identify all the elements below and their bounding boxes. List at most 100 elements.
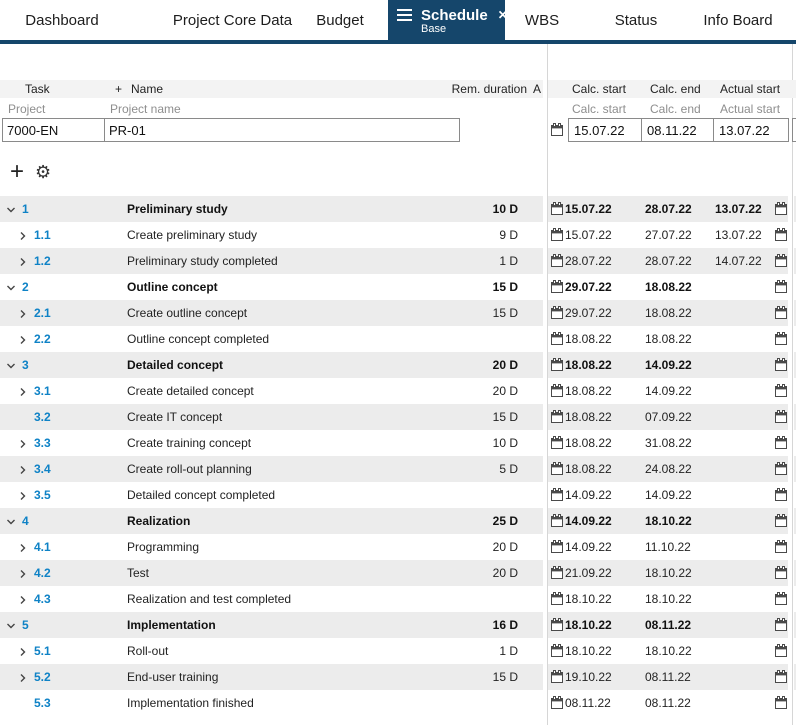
tab-wbs[interactable]: WBS bbox=[516, 0, 568, 40]
calendar-icon[interactable] bbox=[551, 358, 563, 374]
menu-icon[interactable] bbox=[397, 6, 412, 24]
task-row[interactable]: 1 Preliminary study 10 D 15.07.22 28.07.22 13… bbox=[0, 196, 796, 222]
tab-schedule-active[interactable]: Schedule ✕ Base bbox=[388, 0, 508, 44]
col-task-header[interactable]: Task bbox=[25, 82, 50, 96]
expand-chevron-icon[interactable] bbox=[18, 672, 28, 686]
expand-chevron-icon[interactable] bbox=[18, 542, 28, 556]
calendar-icon[interactable] bbox=[551, 644, 563, 660]
expand-chevron-icon[interactable] bbox=[18, 308, 28, 322]
collapse-chevron-icon[interactable] bbox=[6, 282, 16, 296]
tab-info-board[interactable]: Info Board bbox=[696, 0, 780, 40]
expand-chevron-icon[interactable] bbox=[18, 334, 28, 348]
calendar-icon[interactable] bbox=[775, 436, 787, 452]
task-row[interactable]: 3.2 Create IT concept 15 D 18.08.22 07.09.22 bbox=[0, 404, 796, 430]
task-number[interactable]: 4 bbox=[22, 514, 29, 528]
task-name[interactable]: Detailed concept completed bbox=[127, 488, 275, 502]
task-number[interactable]: 3.5 bbox=[34, 488, 51, 502]
project-actual-start-input[interactable] bbox=[713, 119, 788, 141]
expand-chevron-icon[interactable] bbox=[18, 568, 28, 582]
tab-budget[interactable]: Budget bbox=[308, 0, 372, 40]
calendar-icon[interactable] bbox=[551, 228, 563, 244]
calendar-icon[interactable] bbox=[551, 488, 563, 504]
task-row[interactable]: 2.2 Outline concept completed 18.08.22 18.0… bbox=[0, 326, 796, 352]
task-name[interactable]: Create training concept bbox=[127, 436, 251, 450]
expand-chevron-icon[interactable] bbox=[18, 386, 28, 400]
collapse-chevron-icon[interactable] bbox=[6, 516, 16, 530]
gear-icon[interactable]: ⚙ bbox=[35, 161, 51, 183]
task-number[interactable]: 4.2 bbox=[34, 566, 51, 580]
col-calc-end-header[interactable]: Calc. end bbox=[650, 82, 701, 96]
task-row[interactable]: 3.5 Detailed concept completed 14.09.22 14.… bbox=[0, 482, 796, 508]
calendar-icon[interactable] bbox=[775, 332, 787, 348]
task-name[interactable]: Preliminary study completed bbox=[127, 254, 278, 268]
calendar-icon[interactable] bbox=[775, 514, 787, 530]
calendar-icon[interactable] bbox=[775, 696, 787, 712]
task-name[interactable]: Programming bbox=[127, 540, 199, 554]
task-name[interactable]: Test bbox=[127, 566, 149, 580]
task-name[interactable]: Preliminary study bbox=[127, 202, 228, 216]
col-name-header[interactable]: Name bbox=[131, 82, 163, 96]
task-name[interactable]: Create roll-out planning bbox=[127, 462, 252, 476]
task-row[interactable]: 4.3 Realization and test completed 18.10.2… bbox=[0, 586, 796, 612]
task-row[interactable]: 4.2 Test 20 D 21.09.22 18.10.22 bbox=[0, 560, 796, 586]
task-number[interactable]: 5 bbox=[22, 618, 29, 632]
task-name[interactable]: Create outline concept bbox=[127, 306, 247, 320]
task-row[interactable]: 3.4 Create roll-out planning 5 D 18.08.22 24… bbox=[0, 456, 796, 482]
calendar-icon[interactable] bbox=[775, 228, 787, 244]
calendar-icon[interactable] bbox=[551, 566, 563, 582]
calendar-icon[interactable] bbox=[775, 358, 787, 374]
calendar-icon[interactable] bbox=[551, 384, 563, 400]
task-number[interactable]: 1.1 bbox=[34, 228, 51, 242]
calendar-icon[interactable] bbox=[775, 644, 787, 660]
calendar-icon[interactable] bbox=[551, 462, 563, 478]
task-name[interactable]: Outline concept bbox=[127, 280, 218, 294]
expand-chevron-icon[interactable] bbox=[18, 646, 28, 660]
calendar-icon[interactable] bbox=[775, 410, 787, 426]
calendar-icon[interactable] bbox=[775, 670, 787, 686]
project-task-input[interactable] bbox=[3, 119, 105, 141]
calendar-icon[interactable] bbox=[551, 410, 563, 426]
task-number[interactable]: 2.2 bbox=[34, 332, 51, 346]
expand-chevron-icon[interactable] bbox=[18, 438, 28, 452]
add-task-button[interactable]: + bbox=[10, 160, 24, 184]
task-row[interactable]: 4.1 Programming 20 D 14.09.22 11.10.22 bbox=[0, 534, 796, 560]
task-row[interactable]: 5.2 End-user training 15 D 19.10.22 08.11.22 bbox=[0, 664, 796, 690]
task-name[interactable]: Implementation finished bbox=[127, 696, 254, 710]
task-row[interactable]: 2 Outline concept 15 D 29.07.22 18.08.22 bbox=[0, 274, 796, 300]
calendar-icon[interactable] bbox=[551, 670, 563, 686]
task-number[interactable]: 3.4 bbox=[34, 462, 51, 476]
calendar-icon[interactable] bbox=[775, 384, 787, 400]
task-number[interactable]: 4.1 bbox=[34, 540, 51, 554]
calendar-icon[interactable] bbox=[775, 306, 787, 322]
task-row[interactable]: 3 Detailed concept 20 D 18.08.22 14.09.22 bbox=[0, 352, 796, 378]
task-name[interactable]: Roll-out bbox=[127, 644, 168, 658]
task-number[interactable]: 2.1 bbox=[34, 306, 51, 320]
task-number[interactable]: 1 bbox=[22, 202, 29, 216]
task-number[interactable]: 3.3 bbox=[34, 436, 51, 450]
project-name-input[interactable] bbox=[105, 119, 459, 141]
calendar-icon[interactable] bbox=[775, 280, 787, 296]
task-row[interactable]: 3.3 Create training concept 10 D 18.08.22 31… bbox=[0, 430, 796, 456]
task-name[interactable]: Create detailed concept bbox=[127, 384, 254, 398]
expand-chevron-icon[interactable] bbox=[18, 230, 28, 244]
task-number[interactable]: 3.2 bbox=[34, 410, 51, 424]
tab-project-core-data[interactable]: Project Core Data bbox=[160, 0, 305, 40]
calendar-icon[interactable] bbox=[551, 436, 563, 452]
task-number[interactable]: 5.2 bbox=[34, 670, 51, 684]
expand-chevron-icon[interactable] bbox=[18, 256, 28, 270]
task-number[interactable]: 3.1 bbox=[34, 384, 51, 398]
calendar-icon[interactable] bbox=[775, 592, 787, 608]
calendar-icon[interactable] bbox=[551, 280, 563, 296]
task-name[interactable]: Detailed concept bbox=[127, 358, 223, 372]
calendar-icon[interactable] bbox=[775, 488, 787, 504]
tab-status[interactable]: Status bbox=[604, 0, 668, 40]
task-row[interactable]: 1.2 Preliminary study completed 1 D 28.07.2… bbox=[0, 248, 796, 274]
task-row[interactable]: 1.1 Create preliminary study 9 D 15.07.22 27… bbox=[0, 222, 796, 248]
calendar-icon[interactable] bbox=[551, 514, 563, 530]
task-row[interactable]: 5.3 Implementation finished 08.11.22 08.11.… bbox=[0, 690, 796, 716]
calendar-icon[interactable] bbox=[551, 254, 563, 270]
calendar-icon[interactable] bbox=[775, 462, 787, 478]
calendar-icon[interactable] bbox=[551, 618, 563, 634]
expand-chevron-icon[interactable] bbox=[18, 464, 28, 478]
expand-chevron-icon[interactable] bbox=[18, 490, 28, 504]
